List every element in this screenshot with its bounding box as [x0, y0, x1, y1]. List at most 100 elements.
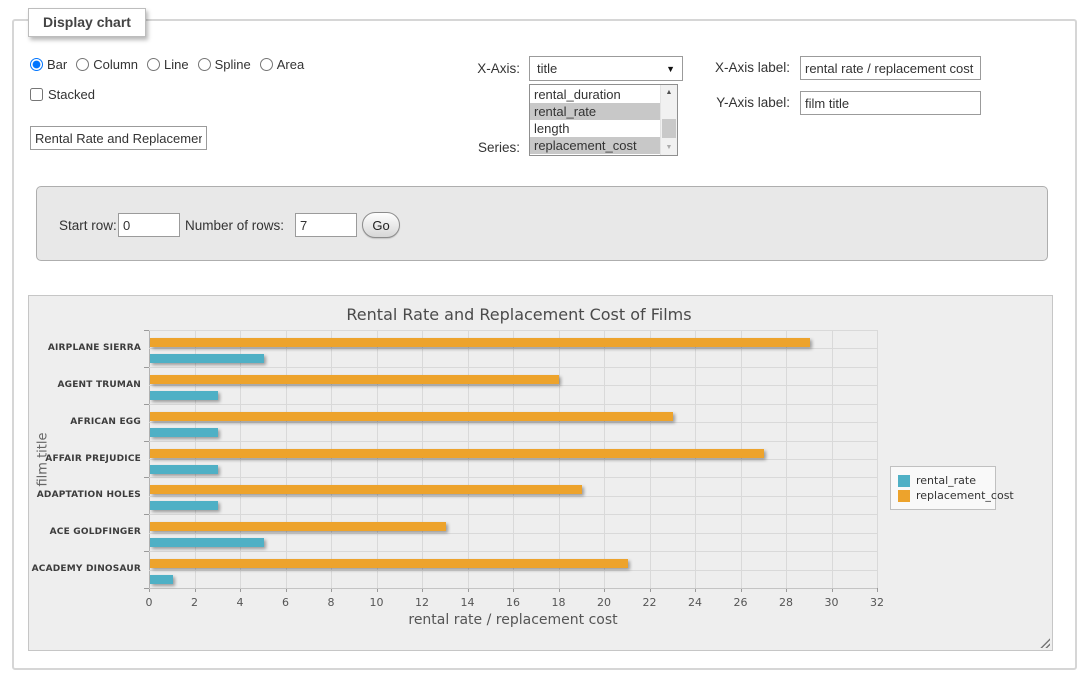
chart-type-option-line: Line: [147, 57, 189, 72]
x-tick-label: 4: [223, 596, 257, 609]
chart-legend: rental_rate replacement_cost: [890, 466, 996, 510]
start-row-input[interactable]: [118, 213, 180, 237]
num-rows-input[interactable]: [295, 213, 357, 237]
category-label: AIRPLANE SIERRA: [29, 343, 141, 353]
radio-spline[interactable]: [198, 58, 211, 71]
bar-rental_rate-2[interactable]: [150, 428, 218, 437]
gridline-horizontal: [149, 533, 877, 534]
bar-rental_rate-6[interactable]: [150, 575, 173, 584]
series-options: rental_durationrental_ratelengthreplacem…: [530, 86, 660, 154]
gridline-horizontal: [149, 367, 877, 368]
legend-item-rental_rate[interactable]: rental_rate: [898, 474, 988, 487]
gridline-horizontal: [149, 385, 877, 386]
radio-line[interactable]: [147, 58, 160, 71]
x-axis-select-label: X-Axis:: [394, 61, 520, 76]
stacked-row: Stacked: [30, 87, 95, 102]
category-label: AGENT TRUMAN: [29, 380, 141, 390]
x-tick-label: 8: [314, 596, 348, 609]
x-tick-label: 14: [451, 596, 485, 609]
gridline-horizontal: [149, 330, 877, 331]
start-row-label: Start row:: [59, 218, 117, 233]
x-tick-label: 20: [587, 596, 621, 609]
legend-label-replacement_cost: replacement_cost: [916, 489, 1014, 502]
gridline-horizontal: [149, 514, 877, 515]
gridline-horizontal: [149, 404, 877, 405]
x-tick-label: 28: [769, 596, 803, 609]
x-axis-selected-value: title: [537, 61, 557, 76]
bar-replacement_cost-2[interactable]: [150, 412, 673, 421]
go-button[interactable]: Go: [362, 212, 400, 238]
y-tick-mark: [144, 477, 149, 478]
chart-type-radio-group: Bar Column Line Spline Area: [30, 57, 313, 72]
bar-rental_rate-3[interactable]: [150, 465, 218, 474]
x-tick-label: 12: [405, 596, 439, 609]
x-tick-label: 30: [815, 596, 849, 609]
stacked-label: Stacked: [48, 87, 95, 102]
x-axis-title: rental rate / replacement cost: [149, 612, 877, 628]
legend-swatch-rental_rate: [898, 475, 910, 487]
x-axis-label-input[interactable]: [800, 56, 981, 80]
num-rows-label: Number of rows:: [185, 218, 284, 233]
bar-rental_rate-4[interactable]: [150, 501, 218, 510]
gridline-horizontal: [149, 570, 877, 571]
legend-swatch-replacement_cost: [898, 490, 910, 502]
x-tick-label: 6: [269, 596, 303, 609]
bar-replacement_cost-6[interactable]: [150, 559, 628, 568]
radio-label-bar: Bar: [47, 57, 67, 72]
x-tick-mark: [877, 588, 878, 592]
chart-type-option-area: Area: [260, 57, 304, 72]
x-tick-label: 10: [360, 596, 394, 609]
category-label: AFFAIR PREJUDICE: [29, 454, 141, 464]
chart-title-input[interactable]: [30, 126, 207, 150]
bar-replacement_cost-0[interactable]: [150, 338, 810, 347]
y-tick-mark: [144, 330, 149, 331]
stacked-checkbox[interactable]: [30, 88, 43, 101]
gridline-horizontal: [149, 441, 877, 442]
chart-type-option-bar: Bar: [30, 57, 67, 72]
y-axis-label-input[interactable]: [800, 91, 981, 115]
gridline-horizontal: [149, 496, 877, 497]
x-tick-label: 16: [496, 596, 530, 609]
radio-label-spline: Spline: [215, 57, 251, 72]
radio-label-column: Column: [93, 57, 138, 72]
bar-replacement_cost-1[interactable]: [150, 375, 559, 384]
gridline-horizontal: [149, 348, 877, 349]
bar-replacement_cost-5[interactable]: [150, 522, 446, 531]
bar-rental_rate-0[interactable]: [150, 354, 264, 363]
radio-area[interactable]: [260, 58, 273, 71]
gridline-vertical: [877, 330, 878, 588]
bar-replacement_cost-3[interactable]: [150, 449, 764, 458]
bar-rental_rate-1[interactable]: [150, 391, 218, 400]
legend-item-replacement_cost[interactable]: replacement_cost: [898, 489, 988, 502]
x-axis-label-label: X-Axis label:: [654, 60, 790, 75]
y-tick-mark: [144, 404, 149, 405]
chart-type-option-spline: Spline: [198, 57, 251, 72]
x-tick-label: 24: [678, 596, 712, 609]
y-tick-mark: [144, 551, 149, 552]
bar-replacement_cost-4[interactable]: [150, 485, 582, 494]
chart-container: Rental Rate and Replacement Cost of Film…: [28, 295, 1053, 651]
category-label: AFRICAN EGG: [29, 417, 141, 427]
category-label: ACE GOLDFINGER: [29, 527, 141, 537]
display-chart-panel: Display chart BarColumnLineSplineArea St…: [12, 19, 1077, 670]
scrollbar-thumb[interactable]: [662, 119, 676, 138]
radio-label-line: Line: [164, 57, 189, 72]
gridline-horizontal: [149, 588, 877, 589]
y-tick-mark: [144, 514, 149, 515]
gridline-horizontal: [149, 551, 877, 552]
series-option-rental_rate[interactable]: rental_rate: [530, 103, 660, 120]
y-axis-label-label: Y-Axis label:: [654, 95, 790, 110]
chart-title: Rental Rate and Replacement Cost of Film…: [29, 305, 1009, 324]
resize-handle-icon[interactable]: [1039, 637, 1050, 648]
radio-column[interactable]: [76, 58, 89, 71]
scroll-down-icon[interactable]: ▼: [661, 140, 677, 155]
series-option-rental_duration[interactable]: rental_duration: [530, 86, 660, 103]
series-option-replacement_cost[interactable]: replacement_cost: [530, 137, 660, 154]
row-range-panel: Start row: Number of rows: Go: [36, 186, 1048, 261]
panel-legend: Display chart: [28, 8, 146, 37]
series-option-length[interactable]: length: [530, 120, 660, 137]
bar-rental_rate-5[interactable]: [150, 538, 264, 547]
chart-type-option-column: Column: [76, 57, 138, 72]
radio-bar[interactable]: [30, 58, 43, 71]
x-tick-label: 2: [178, 596, 212, 609]
